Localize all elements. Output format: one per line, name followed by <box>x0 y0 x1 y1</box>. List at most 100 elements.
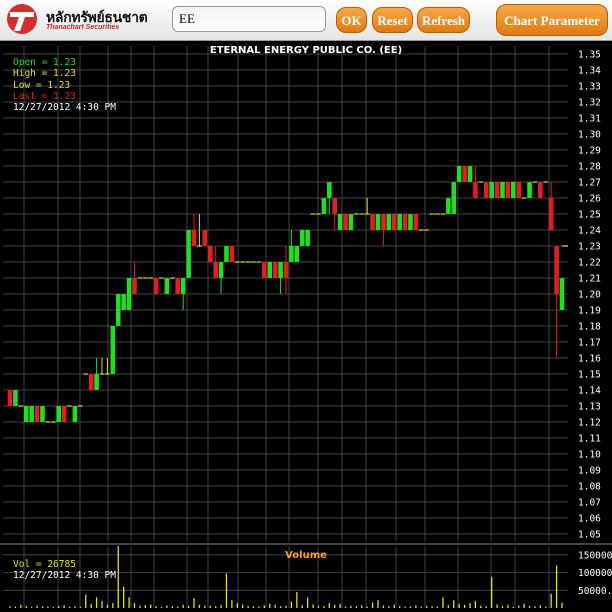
candle-body <box>505 182 511 198</box>
candle-body <box>489 182 494 198</box>
candle-body <box>527 182 532 198</box>
candle-body <box>391 214 397 230</box>
candle-body <box>229 246 235 262</box>
candle-body <box>408 214 413 230</box>
price-axis: 1.35 1.34 1.33 1.32 1.31 1.30 1.29 1.28 1.27 1.26… <box>562 50 601 541</box>
price-tick-label: 1.08 <box>578 482 601 493</box>
price-tick-label: 1.27 <box>578 178 601 189</box>
candle-body <box>61 406 67 422</box>
price-tick-label: 1.26 <box>578 194 601 205</box>
candle-body <box>180 278 186 294</box>
candle-body <box>272 262 278 278</box>
candle-body <box>451 182 457 214</box>
candle-body <box>132 278 137 294</box>
candle-body <box>191 230 197 246</box>
price-tick-label: 1.11 <box>578 434 601 445</box>
candle-body <box>202 230 208 246</box>
price-tick-label: 1.16 <box>578 354 601 365</box>
info-high: High = 1.23 <box>13 68 76 79</box>
candle-body <box>207 246 213 262</box>
candle-body <box>456 166 462 182</box>
candle-body <box>516 182 522 198</box>
candle-body <box>40 406 45 422</box>
candle-body <box>510 182 516 198</box>
candle-body <box>305 230 310 246</box>
refresh-button[interactable]: Refresh <box>417 7 470 33</box>
price-tick-label: 1.15 <box>578 370 601 381</box>
candle-body <box>343 214 348 230</box>
price-tick-label: 1.31 <box>578 114 601 125</box>
candle-body <box>56 406 62 422</box>
candle-body <box>500 182 505 198</box>
candle-body <box>186 230 191 278</box>
price-tick-label: 1.34 <box>578 66 601 77</box>
brand-logo: หลักทรัพย์ธนชาต Thanachart Securities <box>6 3 166 37</box>
candle-body <box>559 278 565 310</box>
price-tick-label: 1.25 <box>578 210 601 221</box>
candle-body <box>72 406 78 422</box>
candle-body <box>348 214 354 230</box>
info-open: Open = 1.23 <box>13 57 76 68</box>
candle-body <box>224 246 229 262</box>
price-tick-label: 1.29 <box>578 146 601 157</box>
candle-body <box>121 294 126 310</box>
candle-body <box>294 246 300 262</box>
volume-datetime: 12/27/2012 4:30 PM <box>13 570 116 581</box>
price-tick-label: 1.35 <box>578 50 601 61</box>
info-low: Low = 1.23 <box>13 80 70 91</box>
ok-button[interactable]: OK <box>336 7 367 33</box>
volume-title: Volume <box>285 550 327 561</box>
candle-body <box>548 198 554 230</box>
candle-body <box>554 246 559 294</box>
candle-body <box>473 182 478 198</box>
volume-tick-label: 100000. <box>578 568 612 579</box>
info-datetime: 12/27/2012 4:30 PM <box>13 102 116 113</box>
candle-body <box>483 182 489 198</box>
volume-tick-label: 150000. <box>578 550 612 561</box>
price-tick-label: 1.13 <box>578 402 601 413</box>
price-tick-label: 1.21 <box>578 274 601 285</box>
candle-body <box>283 262 289 278</box>
price-tick-label: 1.18 <box>578 322 601 333</box>
candle-body <box>538 182 543 198</box>
candle-body <box>386 214 392 230</box>
candle-body <box>115 294 121 326</box>
price-tick-label: 1.28 <box>578 162 601 173</box>
reset-button[interactable]: Reset <box>372 7 413 33</box>
candle-body <box>94 374 99 390</box>
price-tick-label: 1.09 <box>578 466 601 477</box>
chart-title: ETERNAL ENERGY PUBLIC CO. (EE) <box>210 45 402 56</box>
symbol-input[interactable] <box>172 6 326 32</box>
candle-body <box>446 198 451 214</box>
candle-body <box>321 198 327 214</box>
candle-body <box>289 246 294 262</box>
candle-body <box>337 214 343 230</box>
candle-body <box>299 230 305 246</box>
candle-body <box>332 198 338 214</box>
price-tick-label: 1.10 <box>578 450 601 461</box>
chart-parameter-button[interactable]: Chart Parameter <box>496 4 608 36</box>
volume-info: Vol = 26785 <box>13 559 76 570</box>
price-tick-label: 1.07 <box>578 498 601 509</box>
price-tick-label: 1.20 <box>578 290 601 301</box>
candle-body <box>462 166 467 182</box>
candle-body <box>326 182 332 198</box>
stock-chart[interactable]: 1.35 1.34 1.33 1.32 1.31 1.30 1.29 1.28 1.27 1.26… <box>0 40 612 612</box>
candle-body <box>397 214 402 230</box>
price-tick-label: 1.23 <box>578 242 601 253</box>
toolbar: หลักทรัพย์ธนชาต Thanachart Securities OK… <box>0 0 612 41</box>
price-tick-label: 1.24 <box>578 226 601 237</box>
candle-body <box>402 214 408 230</box>
candle-body <box>175 278 181 294</box>
price-tick-label: 1.32 <box>578 98 601 109</box>
volume-axis: 150000. 100000. 50000.0 <box>578 550 612 596</box>
info-last: Last = 1.23 <box>13 91 76 102</box>
candle-body <box>29 406 34 422</box>
logo-subtext: Thanachart Securities <box>46 24 120 31</box>
price-tick-label: 1.17 <box>578 338 601 349</box>
candle-body <box>381 214 386 230</box>
price-tick-label: 1.05 <box>578 530 601 541</box>
candle-body <box>126 278 132 310</box>
candle-body <box>278 262 283 278</box>
candle-body <box>213 262 218 278</box>
